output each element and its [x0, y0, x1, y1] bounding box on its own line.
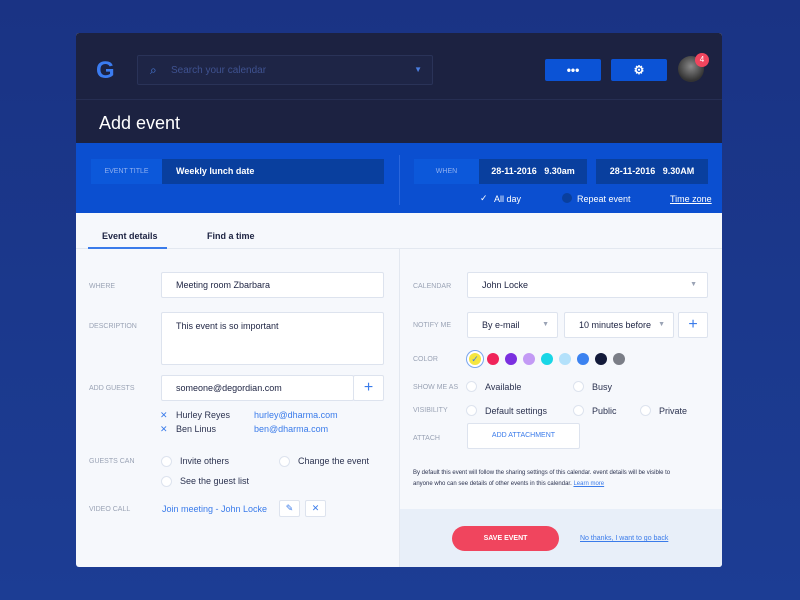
guest-name: Hurley Reyes — [176, 410, 231, 420]
busy-radio[interactable] — [573, 381, 584, 392]
google-logo: G — [96, 57, 115, 84]
repeat-label[interactable]: Repeat event — [577, 194, 631, 204]
guest-email-input[interactable]: someone@degordian.com — [161, 375, 354, 401]
color-swatch[interactable]: ✓ — [469, 353, 481, 365]
all-day-label[interactable]: All day — [494, 194, 521, 204]
start-datetime[interactable]: 28-11-2016 9.30am — [479, 159, 587, 184]
event-title-label: EVENT TITLE — [91, 159, 162, 184]
default-settings-label[interactable]: Default settings — [485, 406, 547, 416]
form-body: Event details Find a time WHERE Meeting … — [76, 213, 722, 567]
chevron-down-icon: ▼ — [542, 321, 549, 328]
learn-more-link[interactable]: Learn more — [573, 481, 604, 487]
change-event-radio[interactable] — [279, 456, 290, 467]
attach-label: ATTACH — [413, 435, 440, 442]
event-band: EVENT TITLE Weekly lunch date WHEN 28-11… — [76, 143, 722, 213]
settings-button[interactable]: ⚙ — [611, 59, 667, 81]
add-notification-button[interactable]: + — [678, 312, 708, 338]
notify-label: NOTIFY ME — [413, 322, 451, 329]
close-icon[interactable]: ✕ — [305, 500, 326, 517]
available-label[interactable]: Available — [485, 382, 521, 392]
private-radio[interactable] — [640, 405, 651, 416]
add-event-card: G ⌕ Search your calendar ▼ ••• ⚙ 4 Add e… — [76, 33, 722, 567]
color-swatch[interactable] — [613, 353, 625, 365]
join-meeting-link[interactable]: Join meeting - John Locke — [162, 504, 267, 514]
tab-event-details[interactable]: Event details — [102, 231, 158, 241]
color-swatch[interactable] — [523, 353, 535, 365]
color-swatch[interactable] — [559, 353, 571, 365]
calendar-select[interactable]: John Locke ▼ — [467, 272, 708, 298]
cancel-link[interactable]: No thanks, I want to go back — [580, 535, 668, 542]
repeat-toggle[interactable] — [562, 193, 572, 203]
chevron-down-icon: ▼ — [658, 321, 665, 328]
see-guest-list-radio[interactable] — [161, 476, 172, 487]
calendar-label: CALENDAR — [413, 283, 452, 290]
public-radio[interactable] — [573, 405, 584, 416]
invite-others-label[interactable]: Invite others — [180, 456, 229, 466]
search-placeholder: Search your calendar — [171, 65, 267, 76]
when-label: WHEN — [414, 159, 479, 184]
header: G ⌕ Search your calendar ▼ ••• ⚙ 4 Add e… — [76, 33, 722, 143]
chevron-down-icon: ▼ — [690, 281, 697, 288]
tab-find-a-time[interactable]: Find a time — [207, 231, 255, 241]
search-input[interactable]: ⌕ Search your calendar ▼ — [137, 55, 433, 85]
color-picker: ✓ — [469, 353, 625, 365]
sharing-note: By default this event will follow the sh… — [413, 468, 673, 490]
color-label: COLOR — [413, 356, 438, 363]
band-divider — [399, 155, 400, 205]
show-me-as-label: SHOW ME AS — [413, 384, 459, 391]
remove-guest-icon[interactable]: ✕ — [160, 410, 168, 421]
private-label[interactable]: Private — [659, 406, 687, 416]
time-zone-link[interactable]: Time zone — [670, 194, 712, 204]
more-button[interactable]: ••• — [545, 59, 601, 81]
edit-icon[interactable]: ✎ — [279, 500, 300, 517]
notify-method-value: By e-mail — [482, 320, 520, 330]
visibility-label: VISIBILITY — [413, 407, 448, 414]
video-call-label: VIDEO CALL — [89, 506, 131, 513]
notify-method-select[interactable]: By e-mail ▼ — [467, 312, 558, 338]
change-event-label[interactable]: Change the event — [298, 456, 369, 466]
guests-can-label: GUESTS CAN — [89, 458, 135, 465]
footer — [400, 509, 722, 567]
page-title: Add event — [99, 113, 181, 133]
chevron-down-icon[interactable]: ▼ — [414, 65, 422, 74]
see-guest-list-label[interactable]: See the guest list — [180, 476, 249, 486]
end-datetime[interactable]: 28-11-2016 9.30AM — [596, 159, 708, 184]
color-swatch[interactable] — [577, 353, 589, 365]
public-label[interactable]: Public — [592, 406, 617, 416]
guest-email[interactable]: ben@dharma.com — [254, 424, 328, 434]
gear-icon: ⚙ — [633, 63, 645, 77]
color-swatch[interactable] — [541, 353, 553, 365]
check-icon[interactable]: ✓ — [480, 193, 488, 204]
description-textarea[interactable]: This event is so important — [161, 312, 384, 365]
calendar-value: John Locke — [482, 280, 529, 290]
header-divider — [76, 99, 722, 100]
where-input[interactable]: Meeting room Zbarbara — [161, 272, 384, 298]
add-attachment-button[interactable]: ADD ATTACHMENT — [467, 423, 580, 449]
available-radio[interactable] — [466, 381, 477, 392]
invite-others-radio[interactable] — [161, 456, 172, 467]
color-swatch[interactable] — [595, 353, 607, 365]
where-label: WHERE — [89, 283, 116, 290]
add-guest-button[interactable]: + — [353, 375, 384, 401]
notification-badge: 4 — [695, 53, 709, 67]
search-icon: ⌕ — [150, 63, 157, 77]
event-title-input[interactable]: Weekly lunch date — [162, 159, 384, 184]
remove-guest-icon[interactable]: ✕ — [160, 424, 168, 435]
color-swatch[interactable] — [487, 353, 499, 365]
description-label: DESCRIPTION — [89, 323, 137, 330]
notify-time-select[interactable]: 10 minutes before ▼ — [564, 312, 674, 338]
guest-email[interactable]: hurley@dharma.com — [254, 410, 338, 420]
guest-name: Ben Linus — [176, 424, 217, 434]
busy-label[interactable]: Busy — [592, 382, 612, 392]
notify-time-value: 10 minutes before — [579, 320, 652, 330]
add-guests-label: ADD GUESTS — [89, 385, 135, 392]
save-event-button[interactable]: SAVE EVENT — [452, 526, 559, 551]
default-settings-radio[interactable] — [466, 405, 477, 416]
color-swatch[interactable] — [505, 353, 517, 365]
sharing-note-text: By default this event will follow the sh… — [413, 470, 671, 487]
active-tab-indicator — [88, 247, 167, 249]
